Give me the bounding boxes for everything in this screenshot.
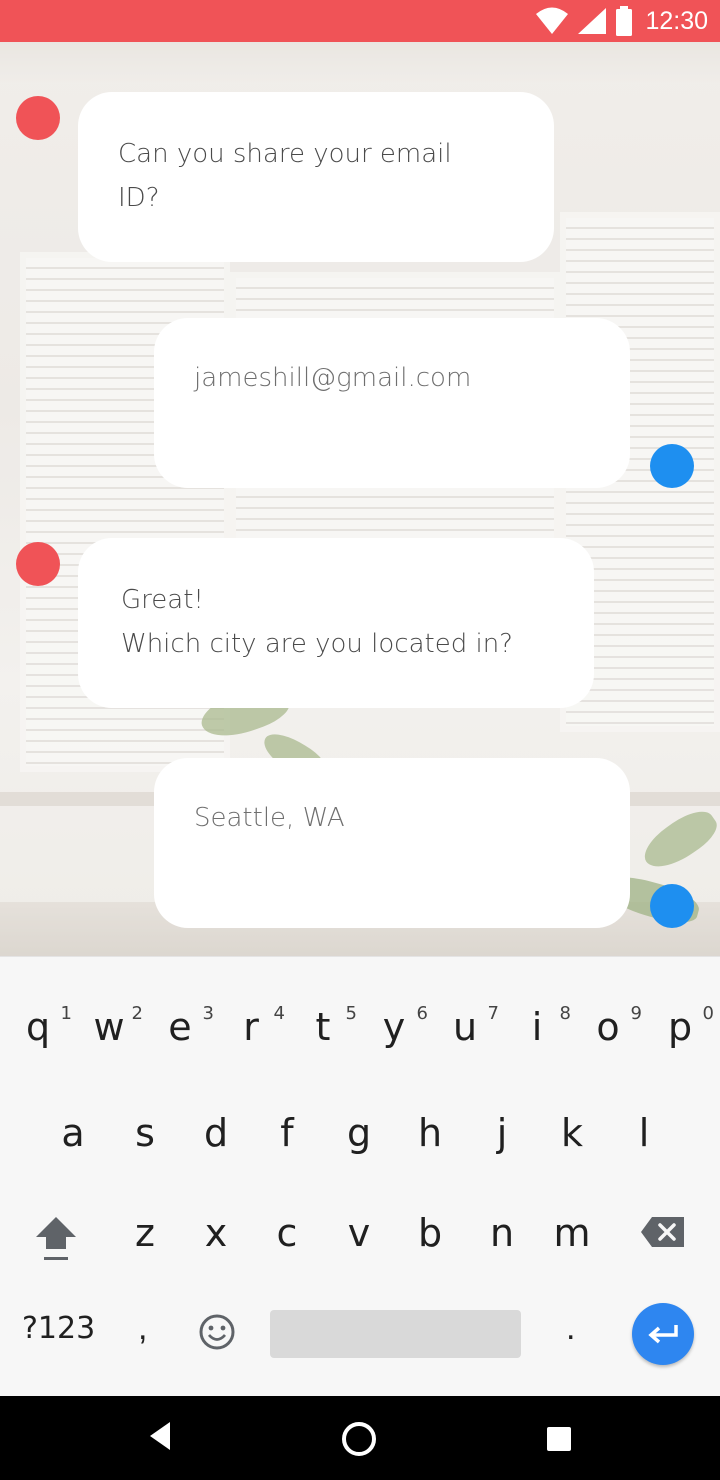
- key-x[interactable]: x: [180, 1211, 252, 1271]
- user-message-bubble: Seattle, WA: [154, 758, 630, 928]
- key-label: r: [243, 1005, 259, 1049]
- key-s[interactable]: s: [109, 1111, 181, 1171]
- key-z[interactable]: z: [109, 1211, 181, 1271]
- key-hint: 2: [131, 1003, 143, 1024]
- key-e[interactable]: 3e: [144, 1003, 216, 1065]
- key-label: w: [93, 1005, 125, 1049]
- home-icon[interactable]: [340, 1420, 378, 1458]
- enter-button[interactable]: [632, 1303, 694, 1365]
- key-w[interactable]: 2w: [73, 1003, 145, 1065]
- backspace-icon[interactable]: [640, 1215, 686, 1249]
- key-hint: 7: [487, 1003, 499, 1024]
- key-b[interactable]: b: [394, 1211, 466, 1271]
- emoji-icon[interactable]: [198, 1313, 236, 1351]
- key-i[interactable]: 8i: [501, 1003, 573, 1065]
- key-p[interactable]: 0p: [644, 1003, 716, 1065]
- key-hint: 3: [202, 1003, 214, 1024]
- key-label: p: [667, 1005, 693, 1049]
- key-a[interactable]: a: [37, 1111, 109, 1171]
- key-hint: 4: [273, 1003, 285, 1024]
- recents-icon[interactable]: [546, 1426, 572, 1452]
- system-nav-bar: [0, 1396, 720, 1480]
- key-label: q: [25, 1005, 51, 1049]
- key-hint: 8: [559, 1003, 571, 1024]
- key-label: t: [315, 1005, 331, 1049]
- key-hint: 0: [702, 1003, 714, 1024]
- key-label: u: [452, 1005, 478, 1049]
- message-line: Great!: [121, 585, 204, 615]
- signal-icon: [578, 8, 607, 34]
- bot-message-bubble: Great! Which city are you located in?: [78, 538, 594, 708]
- user-avatar-dot: [650, 444, 694, 488]
- key-g[interactable]: g: [323, 1111, 395, 1171]
- key-label: y: [382, 1005, 406, 1049]
- key-hint: 9: [630, 1003, 642, 1024]
- message-line: jameshill@gmail.com: [194, 363, 472, 393]
- key-f[interactable]: f: [251, 1111, 323, 1171]
- back-icon[interactable]: [146, 1418, 174, 1454]
- status-bar: 12:30: [0, 0, 720, 42]
- key-o[interactable]: 9o: [572, 1003, 644, 1065]
- bot-message-bubble: Can you share your email ID?: [78, 92, 554, 262]
- key-r[interactable]: 4r: [215, 1003, 287, 1065]
- key-l[interactable]: l: [608, 1111, 680, 1171]
- enter-icon: [648, 1325, 678, 1344]
- user-avatar-dot: [650, 884, 694, 928]
- chat-area[interactable]: Can you share your email ID? jameshill@g…: [0, 42, 720, 956]
- key-u[interactable]: 7u: [429, 1003, 501, 1065]
- bot-avatar-dot: [16, 542, 60, 586]
- message-line: ID?: [118, 183, 160, 213]
- key-hint: 1: [60, 1003, 72, 1024]
- space-bar[interactable]: [270, 1310, 521, 1358]
- key-k[interactable]: k: [536, 1111, 608, 1171]
- soft-keyboard: 1q 2w 3e 4r 5t 6y 7u 8i 9o 0p a s d f g …: [0, 956, 720, 1396]
- message-line: Seattle, WA: [194, 803, 345, 833]
- message-line: Which city are you located in?: [121, 629, 513, 659]
- key-label: o: [596, 1005, 620, 1049]
- key-q[interactable]: 1q: [2, 1003, 74, 1065]
- key-label: i: [531, 1005, 543, 1049]
- key-d[interactable]: d: [180, 1111, 252, 1171]
- battery-icon: [616, 6, 633, 36]
- period-key[interactable]: .: [566, 1309, 575, 1348]
- shift-icon[interactable]: [32, 1213, 80, 1265]
- key-j[interactable]: j: [466, 1111, 538, 1171]
- symbols-key[interactable]: ?123: [22, 1311, 95, 1346]
- comma-key[interactable]: ,: [138, 1309, 147, 1348]
- key-m[interactable]: m: [536, 1211, 608, 1271]
- wifi-icon: [536, 7, 569, 34]
- key-c[interactable]: c: [251, 1211, 323, 1271]
- key-y[interactable]: 6y: [358, 1003, 430, 1065]
- message-line: Can you share your email: [118, 139, 452, 169]
- bot-avatar-dot: [16, 96, 60, 140]
- key-v[interactable]: v: [323, 1211, 395, 1271]
- key-hint: 6: [416, 1003, 428, 1024]
- key-hint: 5: [345, 1003, 357, 1024]
- key-label: e: [168, 1005, 192, 1049]
- status-time: 12:30: [645, 6, 708, 35]
- key-n[interactable]: n: [466, 1211, 538, 1271]
- key-h[interactable]: h: [394, 1111, 466, 1171]
- user-message-bubble: jameshill@gmail.com: [154, 318, 630, 488]
- key-t[interactable]: 5t: [287, 1003, 359, 1065]
- status-icons: 12:30: [535, 0, 708, 42]
